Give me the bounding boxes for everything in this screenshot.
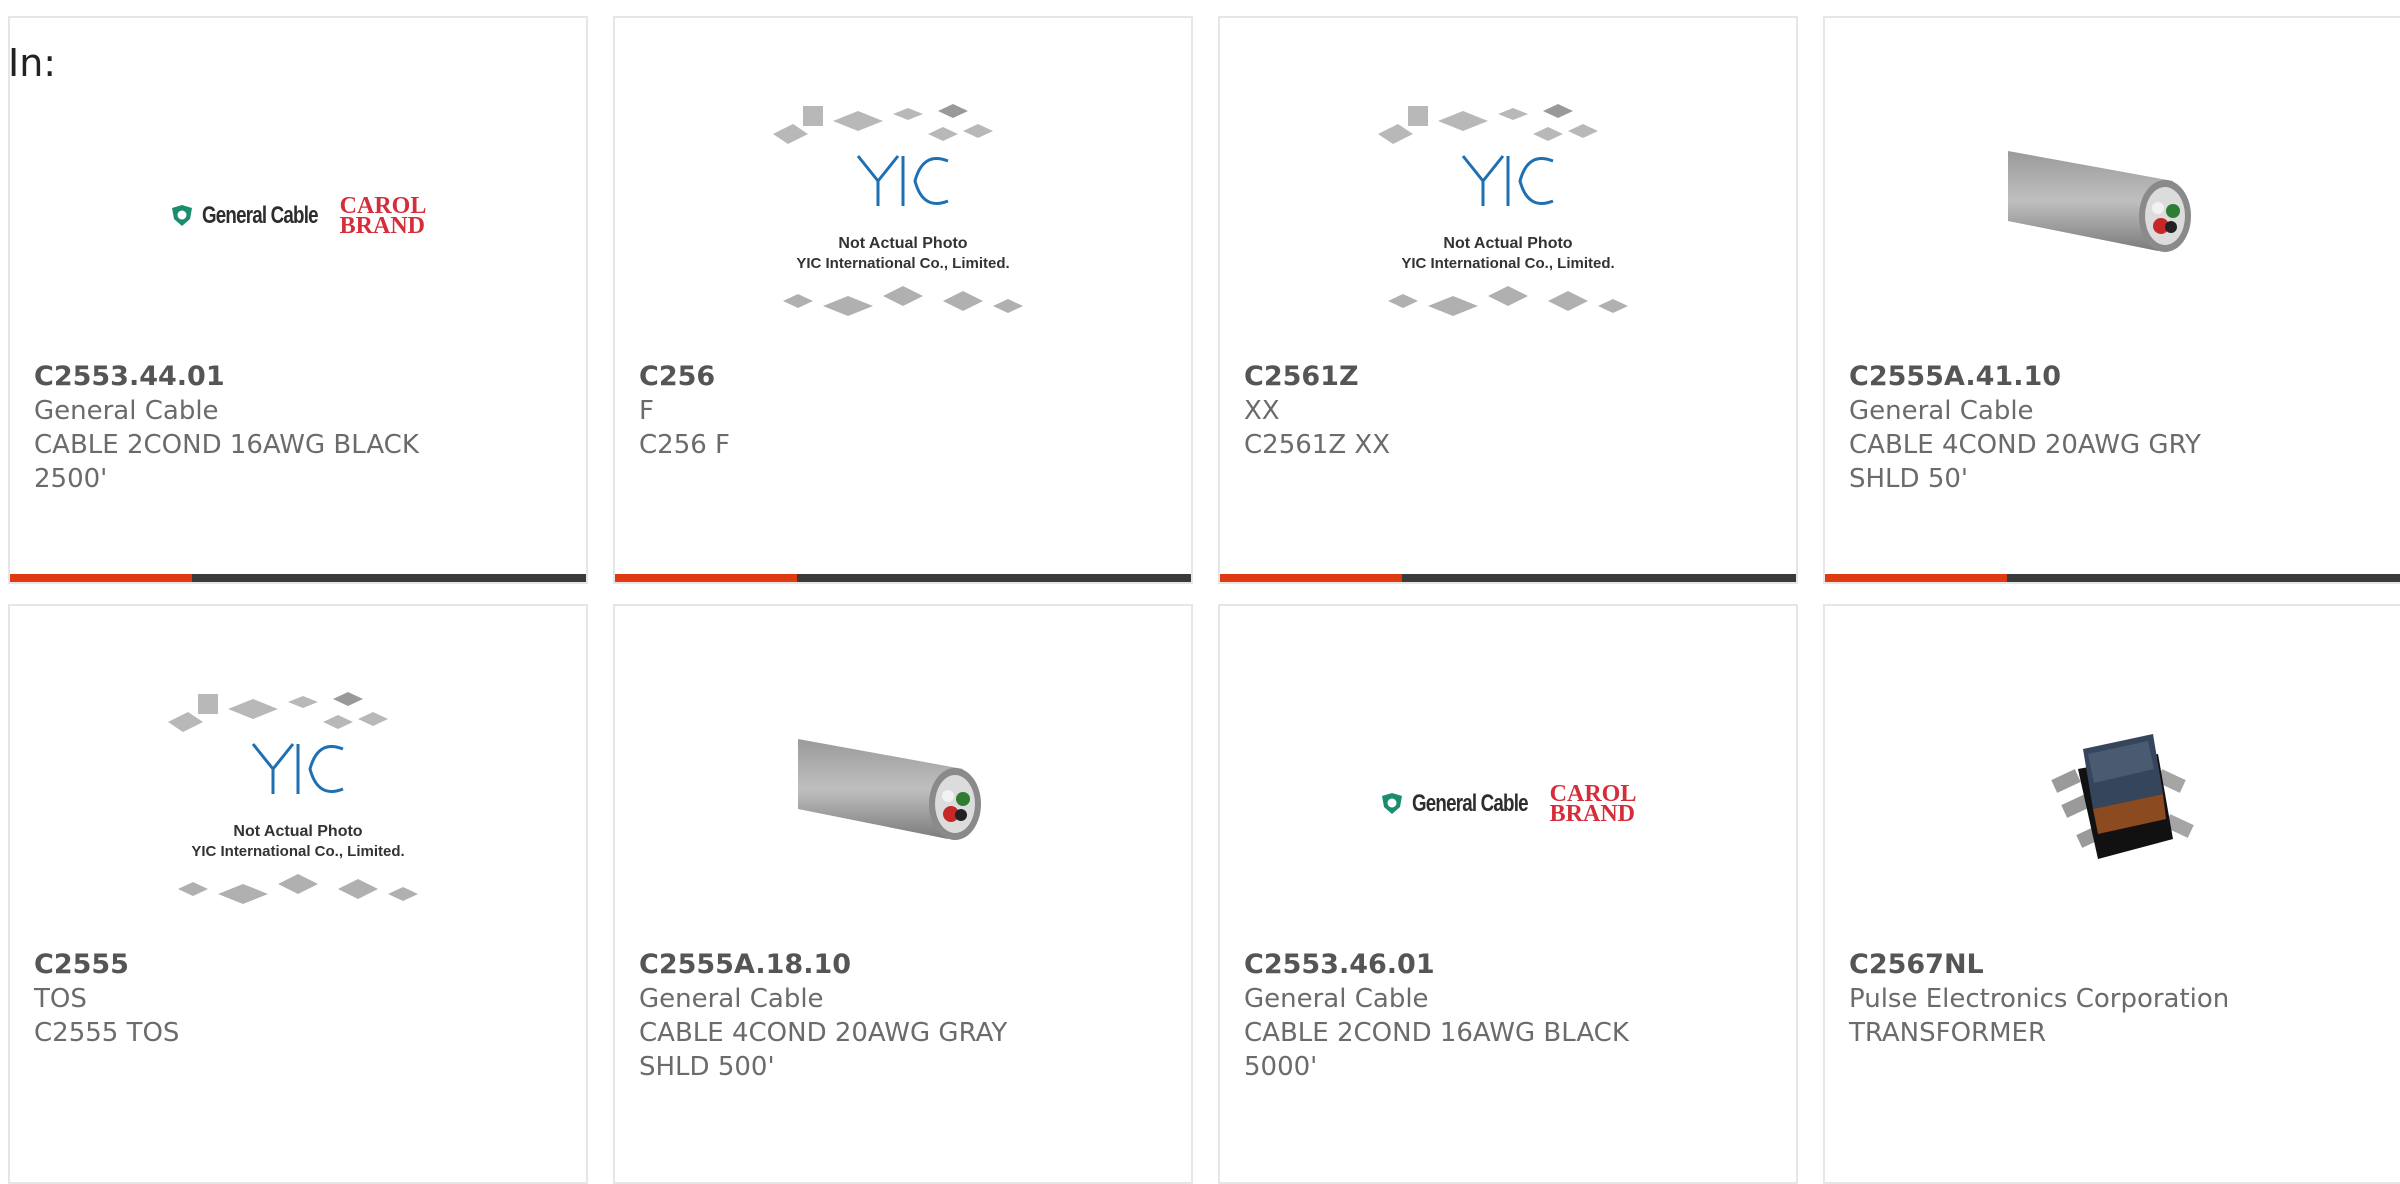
product-card[interactable]: Not Actual Photo YIC International Co., …: [613, 16, 1193, 584]
svg-text:Not Actual Photo: Not Actual Photo: [1443, 235, 1572, 252]
product-details: General Cable CABLE 4COND 20AWG GRAY SHL…: [639, 982, 1039, 1084]
card-footer-bar: [615, 574, 1191, 582]
product-thumbnail[interactable]: Not Actual Photo YIC International Co., …: [615, 100, 1191, 332]
description: C2555 TOS: [34, 1018, 180, 1048]
description: CABLE 2COND 16AWG BLACK 2500': [34, 430, 419, 494]
description: CABLE 4COND 20AWG GRY SHLD 50': [1849, 430, 2201, 494]
product-details: General Cable CABLE 4COND 20AWG GRY SHLD…: [1849, 394, 2249, 496]
manufacturer: F: [639, 396, 654, 426]
yic-placeholder-image: Not Actual Photo YIC International Co., …: [168, 692, 418, 904]
product-thumbnail[interactable]: Not Actual Photo YIC International Co., …: [10, 688, 586, 920]
part-number[interactable]: C2555: [34, 948, 129, 982]
product-card[interactable]: General Cable CAROL BRAND C2553.46.01 Ge…: [1218, 604, 1798, 1184]
description: C2561Z XX: [1244, 430, 1391, 460]
manufacturer: General Cable: [34, 396, 219, 426]
description: CABLE 4COND 20AWG GRAY SHLD 500': [639, 1018, 1008, 1082]
part-number[interactable]: C2555A.41.10: [1849, 360, 2061, 394]
product-card[interactable]: General Cable CAROL BRAND C2553.44.01 Ge…: [8, 16, 588, 584]
description: CABLE 2COND 16AWG BLACK 5000': [1244, 1018, 1629, 1082]
yic-placeholder-image: Not Actual Photo YIC International Co., …: [1378, 104, 1628, 316]
part-number[interactable]: C2553.44.01: [34, 360, 225, 394]
product-thumbnail[interactable]: [615, 688, 1191, 920]
svg-text:YIC International Co., Limited: YIC International Co., Limited.: [1401, 255, 1614, 272]
general-cable-logo: General Cable CAROL BRAND: [170, 194, 426, 238]
card-footer-bar: [10, 574, 586, 582]
page-label: In:: [8, 41, 57, 85]
product-thumbnail[interactable]: General Cable CAROL BRAND: [10, 100, 586, 332]
product-details: F C256 F: [639, 394, 1039, 462]
card-footer-bar: [1825, 574, 2400, 582]
product-grid: General Cable CAROL BRAND C2553.44.01 Ge…: [8, 16, 2400, 584]
part-number[interactable]: C2555A.18.10: [639, 948, 851, 982]
product-details: Pulse Electronics Corporation TRANSFORME…: [1849, 982, 2249, 1050]
manufacturer: TOS: [34, 984, 87, 1014]
product-thumbnail[interactable]: General Cable CAROL BRAND: [1220, 688, 1796, 920]
product-thumbnail[interactable]: [1825, 100, 2400, 332]
product-details: TOS C2555 TOS: [34, 982, 434, 1050]
manufacturer: General Cable: [639, 984, 824, 1014]
svg-text:YIC International Co., Limited: YIC International Co., Limited.: [191, 843, 404, 860]
part-number[interactable]: C2553.46.01: [1244, 948, 1435, 982]
product-card[interactable]: Not Actual Photo YIC International Co., …: [1218, 16, 1798, 584]
manufacturer: General Cable: [1244, 984, 1429, 1014]
product-details: General Cable CABLE 2COND 16AWG BLACK 25…: [34, 394, 434, 496]
product-card[interactable]: Not Actual Photo YIC International Co., …: [8, 604, 588, 1184]
gray-cable-photo: [798, 739, 981, 840]
svg-text:Not Actual Photo: Not Actual Photo: [233, 823, 362, 840]
product-details: General Cable CABLE 2COND 16AWG BLACK 50…: [1244, 982, 1644, 1084]
product-details: XX C2561Z XX: [1244, 394, 1644, 462]
product-card[interactable]: C2555A.41.10 General Cable CABLE 4COND 2…: [1823, 16, 2400, 584]
transformer-photo: [2051, 734, 2194, 859]
manufacturer: Pulse Electronics Corporation: [1849, 984, 2230, 1014]
general-cable-logo: General Cable CAROL BRAND: [1380, 782, 1636, 826]
card-footer-bar: [1220, 574, 1796, 582]
manufacturer: XX: [1244, 396, 1280, 426]
svg-text:YIC International Co., Limited: YIC International Co., Limited.: [796, 255, 1009, 272]
product-thumbnail[interactable]: Not Actual Photo YIC International Co., …: [1220, 100, 1796, 332]
general-cable-shield-icon: [1381, 793, 1402, 814]
gray-cable-photo: [2008, 151, 2191, 252]
yic-placeholder-image: Not Actual Photo YIC International Co., …: [773, 104, 1023, 316]
product-card[interactable]: C2567NL Pulse Electronics Corporation TR…: [1823, 604, 2400, 1184]
product-card[interactable]: C2555A.18.10 General Cable CABLE 4COND 2…: [613, 604, 1193, 1184]
manufacturer: General Cable: [1849, 396, 2034, 426]
svg-text:Not Actual Photo: Not Actual Photo: [838, 235, 967, 252]
product-thumbnail[interactable]: [1825, 688, 2400, 920]
part-number[interactable]: C2567NL: [1849, 948, 1984, 982]
part-number[interactable]: C256: [639, 360, 715, 394]
general-cable-shield-icon: [171, 205, 192, 226]
description: C256 F: [639, 430, 730, 460]
product-grid-row-2: Not Actual Photo YIC International Co., …: [8, 604, 2400, 1184]
part-number[interactable]: C2561Z: [1244, 360, 1359, 394]
description: TRANSFORMER: [1849, 1018, 2047, 1048]
